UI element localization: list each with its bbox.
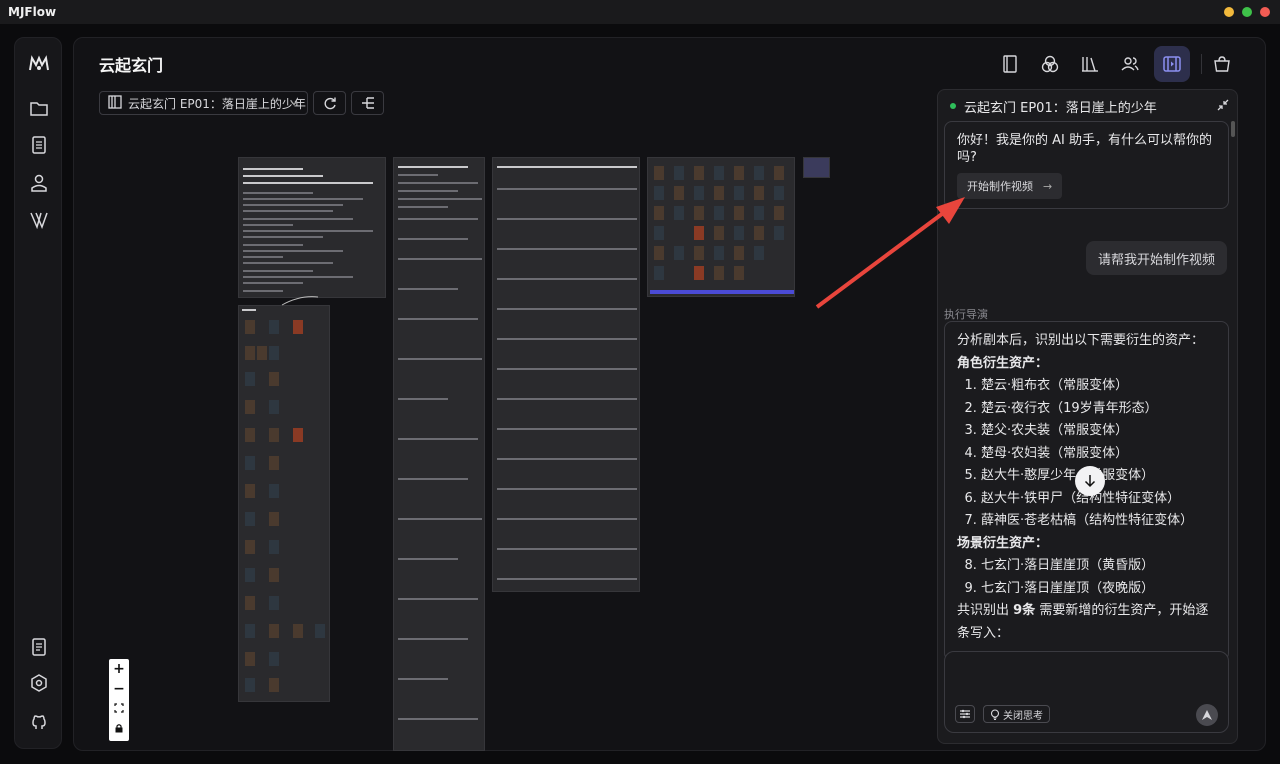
node-connector — [281, 296, 319, 306]
v-logo-icon[interactable] — [27, 208, 51, 232]
library-icon — [1082, 57, 1098, 72]
arrow-down-icon — [1084, 475, 1096, 488]
episode-select[interactable]: 云起玄门 EP01：落日崖上的少年 — [99, 91, 308, 115]
maximize-button[interactable] — [1242, 7, 1252, 17]
style-tool[interactable] — [1032, 46, 1068, 82]
close-button[interactable] — [1260, 7, 1270, 17]
people-icon — [1121, 57, 1139, 71]
send-button[interactable] — [1196, 704, 1218, 726]
char-assets-list: 楚云·粗布衣（常服变体） 楚云·夜行衣（19岁青年形态） 楚父·农夫装（常服变体… — [957, 375, 1216, 533]
chat-input[interactable]: 关闭思考 — [944, 651, 1229, 733]
tree-layout-icon — [361, 97, 374, 109]
collapse-icon[interactable] — [1217, 96, 1229, 115]
user-icon[interactable] — [27, 171, 51, 195]
user-message: 请帮我开始制作视频 — [1085, 241, 1227, 275]
document-icon[interactable] — [27, 133, 51, 157]
list-item: 七玄门·落日崖崖顶（黄昏版） — [981, 555, 1216, 578]
settings-toggle-button[interactable] — [955, 705, 975, 723]
sliders-icon — [960, 709, 970, 719]
list-item: 楚母·农妇装（常服变体） — [981, 443, 1216, 466]
zoom-controls: + − — [109, 659, 129, 741]
exec-intro: 分析剧本后，识别出以下需要衍生的资产： — [957, 333, 1205, 348]
output-node[interactable] — [803, 157, 830, 178]
scene-assets-heading: 场景衍生资产： — [957, 535, 1049, 551]
chat-title: 云起玄门 EP01：落日崖上的少年 — [964, 100, 1157, 116]
arrow-right-icon: → — [1043, 179, 1053, 193]
char-assets-heading: 角色衍生资产： — [957, 355, 1049, 371]
video-tool[interactable] — [1154, 46, 1190, 82]
start-video-button[interactable]: 开始制作视频 → — [957, 173, 1063, 199]
characters-tool[interactable] — [1112, 46, 1148, 82]
greeting-text: 你好！我是你的 AI 助手，有什么可以帮你的吗? — [957, 133, 1212, 165]
list-item: 楚云·粗布衣（常服变体） — [981, 375, 1216, 398]
summary-count: 9条 — [1013, 603, 1036, 618]
script-tool[interactable] — [992, 46, 1028, 82]
toolbar-divider — [1201, 54, 1202, 74]
shop-tool[interactable] — [1204, 46, 1240, 82]
list-item: 薛神医·苍老枯槁（结构性特征变体） — [981, 510, 1216, 533]
image-grid-node[interactable] — [647, 157, 795, 297]
zoom-out-button[interactable]: − — [109, 679, 129, 699]
bag-icon — [1214, 56, 1230, 72]
zoom-in-button[interactable]: + — [109, 659, 129, 679]
toggle-thinking-label: 关闭思考 — [1003, 710, 1043, 722]
page-title: 云起玄门 — [99, 56, 164, 75]
script-icon — [1003, 55, 1017, 73]
fit-view-icon — [114, 703, 124, 713]
list-item: 楚云·夜行衣（19岁青年形态） — [981, 398, 1216, 421]
analysis-node[interactable] — [393, 157, 485, 751]
notes-icon[interactable] — [27, 635, 51, 659]
github-icon[interactable] — [27, 710, 51, 734]
storyboard-node[interactable] — [238, 305, 330, 702]
status-dot — [950, 103, 956, 109]
shot-table-node[interactable] — [492, 157, 640, 592]
bulb-icon — [990, 708, 1000, 720]
exec-director-label: 执行导演 — [944, 308, 988, 321]
layout-button[interactable] — [351, 91, 384, 115]
chat-header: 云起玄门 EP01：落日崖上的少年 — [950, 96, 1157, 116]
assistant-greeting: 你好！我是你的 AI 助手，有什么可以帮你的吗? 开始制作视频 → — [944, 121, 1229, 209]
book-icon — [108, 94, 122, 112]
chat-panel: 云起玄门 EP01：落日崖上的少年 你好！我是你的 AI 助手，有什么可以帮你的… — [937, 89, 1238, 744]
chevron-down-icon — [289, 97, 299, 111]
chat-scrollbar[interactable] — [1231, 121, 1235, 137]
library-tool[interactable] — [1072, 46, 1108, 82]
title-bar: MJFlow — [0, 0, 1280, 24]
episode-select-value: 云起玄门 EP01：落日崖上的少年 — [128, 96, 306, 111]
window-controls — [1224, 7, 1270, 17]
scene-assets-list: 七玄门·落日崖崖顶（黄昏版） 七玄门·落日崖崖顶（夜晚版） — [957, 555, 1216, 600]
folder-icon[interactable] — [27, 96, 51, 120]
lock-icon — [115, 724, 123, 733]
settings-icon[interactable] — [27, 671, 51, 695]
refresh-icon — [324, 97, 336, 110]
summary-prefix: 共识别出 — [957, 603, 1014, 618]
scroll-down-button[interactable] — [1075, 466, 1105, 496]
palette-icon — [1041, 55, 1059, 73]
list-item: 七玄门·落日崖崖顶（夜晚版） — [981, 578, 1216, 601]
mj-logo-icon[interactable] — [27, 52, 51, 76]
minimize-button[interactable] — [1224, 7, 1234, 17]
lock-button[interactable] — [109, 719, 129, 739]
toggle-thinking-button[interactable]: 关闭思考 — [983, 705, 1050, 723]
send-icon — [1202, 710, 1212, 720]
fit-view-button[interactable] — [109, 699, 129, 719]
app-name: MJFlow — [8, 5, 57, 19]
sidebar — [14, 37, 62, 749]
script-node[interactable] — [238, 157, 386, 298]
video-icon — [1163, 56, 1181, 72]
list-item: 楚父·农夫装（常服变体） — [981, 420, 1216, 443]
refresh-button[interactable] — [313, 91, 346, 115]
exec-summary: 共识别出 9条 需要新增的衍生资产，开始逐条写入： — [957, 600, 1216, 645]
start-video-label: 开始制作视频 — [967, 179, 1033, 193]
